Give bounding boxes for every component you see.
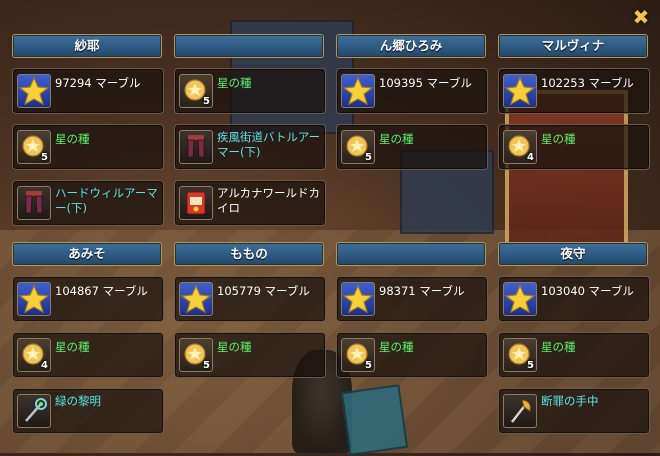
reward-slot[interactable]: 5 星の種 [498,332,650,378]
player-name-header [174,34,324,58]
player-name-header [336,242,486,266]
reward-slot[interactable]: 5 星の種 [336,332,488,378]
star-icon [17,282,51,316]
reward-label: 104867 マーブル [55,284,148,298]
item-quantity: 4 [41,360,48,371]
reward-label: 星の種 [217,76,252,90]
reward-label: 星の種 [55,340,90,354]
reward-label: アルカナワールドカイロ [217,186,321,215]
staff-icon [17,394,51,428]
player-column: 紗耶 97294 マーブル 5 星の種ハードウィルアーマー(下) [12,34,164,226]
reward-slot[interactable]: 109395 マーブル [336,68,488,114]
star-icon [341,282,375,316]
reward-slot[interactable]: 104867 マーブル [12,276,164,322]
player-name-header: ん郷ひろみ [336,34,486,58]
player-column: 98371 マーブル 5 星の種 [336,242,488,378]
seed-icon: 5 [17,130,51,164]
star-icon [17,74,51,108]
reward-slot[interactable]: アルカナワールドカイロ [174,180,326,226]
item-quantity: 5 [365,152,372,163]
reward-slot[interactable]: 断罪の手中 [498,388,650,434]
item-quantity: 5 [527,360,534,371]
reward-label: 星の種 [379,340,414,354]
reward-label: 105779 マーブル [217,284,310,298]
reward-slot[interactable]: 4 星の種 [498,124,650,170]
reward-slot[interactable]: 疾風街道バトルアーマー(下) [174,124,326,170]
star-icon [341,74,375,108]
player-name-header: 紗耶 [12,34,162,58]
reward-slot[interactable]: 97294 マーブル [12,68,164,114]
reward-slot[interactable]: 5 星の種 [336,124,488,170]
player-column: マルヴィナ 102253 マーブル 4 星の種 [498,34,650,170]
player-column: あみそ 104867 マーブル 4 星の種緑の黎明 [12,242,164,434]
player-name-header: マルヴィナ [498,34,648,58]
reward-label: 98371 マーブル [379,284,465,298]
reward-slot[interactable]: 5 星の種 [174,68,326,114]
player-column: ん郷ひろみ 109395 マーブル 5 星の種 [336,34,488,170]
reward-slot[interactable]: 103040 マーブル [498,276,650,322]
seed-icon: 5 [503,338,537,372]
seed-icon: 5 [341,338,375,372]
reward-slot[interactable]: 5 星の種 [174,332,326,378]
item-quantity: 5 [203,96,210,107]
seed-icon: 4 [503,130,537,164]
reward-label: 103040 マーブル [541,284,634,298]
star-icon [503,74,537,108]
player-name-header: 夜守 [498,242,648,266]
seed-icon: 5 [341,130,375,164]
reward-label: 断罪の手中 [541,394,599,408]
background-door [505,90,628,258]
star-icon [179,282,213,316]
armor-legs-icon [17,186,51,220]
reward-label: 星の種 [55,132,90,146]
reward-label: 疾風街道バトルアーマー(下) [217,130,321,159]
reward-slot[interactable]: 102253 マーブル [498,68,650,114]
player-name-header: ももの [174,242,324,266]
reward-label: 97294 マーブル [55,76,141,90]
star-icon [503,282,537,316]
player-column: ももの 105779 マーブル 5 星の種 [174,242,326,378]
seed-icon: 4 [17,338,51,372]
seed-icon: 5 [179,338,213,372]
reward-label: 102253 マーブル [541,76,634,90]
reward-label: 星の種 [217,340,252,354]
item-quantity: 4 [527,152,534,163]
reward-label: 星の種 [379,132,414,146]
reward-label: 緑の黎明 [55,394,101,408]
reward-slot[interactable]: 5 星の種 [12,124,164,170]
background-book-box [340,384,409,456]
reward-label: 星の種 [541,132,576,146]
item-quantity: 5 [41,152,48,163]
player-column: 5 星の種疾風街道バトルアーマー(下) アルカナワールドカイロ [174,34,326,226]
item-quantity: 5 [365,360,372,371]
item-quantity: 5 [203,360,210,371]
player-column: 夜守 103040 マーブル 5 星の種断罪の手中 [498,242,650,434]
player-name-header: あみそ [12,242,162,266]
reward-slot[interactable]: 105779 マーブル [174,276,326,322]
reward-slot[interactable]: 緑の黎明 [12,388,164,434]
reward-label: 109395 マーブル [379,76,472,90]
close-button[interactable]: ✖ [630,6,652,28]
seed-icon: 5 [179,74,213,108]
reward-label: 星の種 [541,340,576,354]
reward-slot[interactable]: 4 星の種 [12,332,164,378]
reward-slot[interactable]: 98371 マーブル [336,276,488,322]
reward-slot[interactable]: ハードウィルアーマー(下) [12,180,164,226]
armor-legs-icon [179,130,213,164]
warmer-pack-icon [179,186,213,220]
reward-label: ハードウィルアーマー(下) [55,186,158,215]
axe-icon [503,394,537,428]
